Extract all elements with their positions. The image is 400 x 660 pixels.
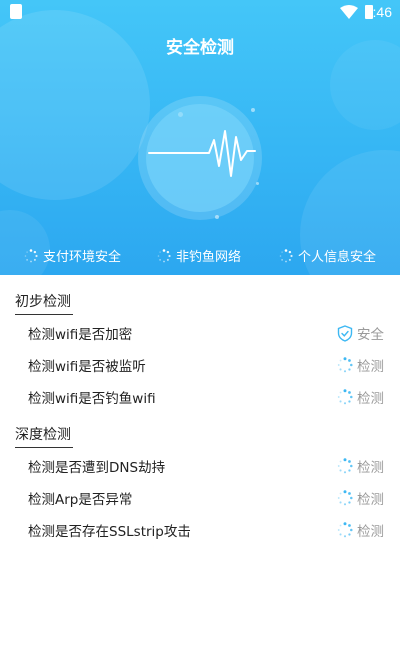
notification-icon xyxy=(10,4,22,19)
status-text: 检测 xyxy=(357,391,384,407)
chip-label: 支付环境安全 xyxy=(43,250,122,265)
check-row[interactable]: 检测wifi是否钓鱼wifi 检测 xyxy=(0,385,400,409)
check-row[interactable]: 检测是否遭到DNS劫持 检测 xyxy=(0,454,400,478)
loading-spinner-icon xyxy=(157,248,171,262)
loading-spinner-icon xyxy=(337,357,353,373)
chip-payment-env: 支付环境安全 xyxy=(24,246,121,265)
loading-spinner-icon xyxy=(24,248,38,262)
check-status: 检测 xyxy=(337,387,384,407)
chip-non-phishing: 非钓鱼网络 xyxy=(157,246,241,265)
loading-spinner-icon xyxy=(337,490,353,506)
chip-personal-info: 个人信息安全 xyxy=(279,246,376,265)
check-status: 检测 xyxy=(337,355,384,375)
check-status: 检测 xyxy=(337,520,384,540)
chip-label: 非钓鱼网络 xyxy=(176,250,242,265)
hero-banner: 9:46 安全检测 支付环境安全 非钓鱼网络 个人信息安全 xyxy=(0,0,400,275)
loading-spinner-icon xyxy=(337,458,353,474)
check-label: 检测Arp是否异常 xyxy=(28,492,133,508)
check-row[interactable]: 检测是否存在SSLstrip攻击 检测 xyxy=(0,518,400,542)
check-label: 检测是否存在SSLstrip攻击 xyxy=(28,524,191,540)
status-text: 检测 xyxy=(357,460,384,476)
check-row[interactable]: 检测wifi是否加密 安全 xyxy=(0,321,400,345)
status-text: 检测 xyxy=(357,359,384,375)
section-title-initial: 初步检测 xyxy=(15,291,73,315)
check-row[interactable]: 检测Arp是否异常 检测 xyxy=(0,486,400,510)
check-chips: 支付环境安全 非钓鱼网络 个人信息安全 xyxy=(0,246,400,266)
page-title: 安全检测 xyxy=(166,38,234,58)
wifi-icon xyxy=(340,5,358,19)
check-label: 检测是否遭到DNS劫持 xyxy=(28,460,166,476)
status-text: 检测 xyxy=(357,524,384,540)
check-label: 检测wifi是否钓鱼wifi xyxy=(28,391,156,407)
status-bar: 9:46 xyxy=(0,0,400,26)
chip-label: 个人信息安全 xyxy=(298,250,377,265)
status-text: 安全 xyxy=(357,327,384,343)
section-title-deep: 深度检测 xyxy=(15,424,73,448)
status-text: 检测 xyxy=(357,492,384,508)
heartbeat-pulse-icon xyxy=(138,96,262,220)
status-time: 9:46 xyxy=(364,4,392,20)
check-row[interactable]: 检测wifi是否被监听 检测 xyxy=(0,353,400,377)
check-status: 检测 xyxy=(337,456,384,476)
check-label: 检测wifi是否加密 xyxy=(28,327,133,343)
check-status: 安全 xyxy=(337,323,384,343)
check-label: 检测wifi是否被监听 xyxy=(28,359,146,375)
loading-spinner-icon xyxy=(337,522,353,538)
shield-check-icon xyxy=(337,324,353,342)
loading-spinner-icon xyxy=(279,248,293,262)
check-status: 检测 xyxy=(337,488,384,508)
loading-spinner-icon xyxy=(337,389,353,405)
